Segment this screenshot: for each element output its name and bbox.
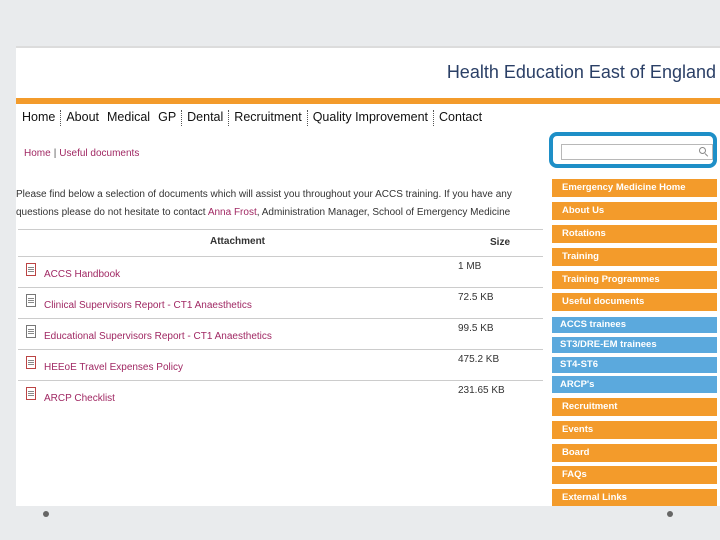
table-row: HEEoE Travel Expenses Policy 475.2 KB [18, 350, 543, 381]
pdf-file-icon [26, 387, 36, 400]
nav-separator [306, 110, 308, 126]
breadcrumb-separator: | [53, 148, 57, 159]
nav-separator [433, 110, 435, 126]
sidebar-item-training-programmes[interactable]: Training Programmes [552, 271, 717, 289]
document-size: 99.5 KB [458, 323, 494, 334]
breadcrumb-home[interactable]: Home [24, 148, 51, 159]
sidebar-item-faqs[interactable]: FAQs [552, 466, 717, 484]
sidebar-item-board[interactable]: Board [552, 444, 717, 462]
document-link[interactable]: Clinical Supervisors Report - CT1 Anaest… [44, 300, 252, 311]
document-link[interactable]: ARCP Checklist [44, 393, 115, 404]
sidebar-item-about-us[interactable]: About Us [552, 202, 717, 220]
pdf-file-icon [26, 263, 36, 276]
breadcrumb-current[interactable]: Useful documents [59, 148, 139, 159]
top-border [16, 46, 720, 48]
pdf-file-icon [26, 356, 36, 369]
search-highlight [549, 132, 717, 168]
document-link[interactable]: HEEoE Travel Expenses Policy [44, 362, 183, 373]
document-file-icon [26, 325, 36, 338]
slide-frame: Health Education East of England Home Ab… [16, 46, 720, 506]
nav-about[interactable]: About [62, 110, 103, 126]
nav-quality-improvement[interactable]: Quality Improvement [309, 110, 432, 126]
document-link[interactable]: Educational Supervisors Report - CT1 Ana… [44, 331, 272, 342]
column-size: Size [490, 237, 511, 248]
document-file-icon [26, 294, 36, 307]
contact-link[interactable]: Anna Frost [208, 207, 257, 218]
main-nav: Home About Medical GP Dental Recruitment… [18, 110, 486, 126]
site-title: Health Education East of England [446, 62, 716, 82]
document-size: 72.5 KB [458, 292, 494, 303]
sidebar-item-useful-documents[interactable]: Useful documents [552, 293, 717, 311]
table-row: ACCS Handbook 1 MB [18, 257, 543, 288]
column-attachment: Attachment [210, 236, 266, 247]
breadcrumb: Home | Useful documents [24, 148, 139, 159]
intro-text: Please find below a selection of documen… [16, 186, 546, 222]
header-divider [16, 98, 720, 104]
sidebar-item-rotations[interactable]: Rotations [552, 225, 717, 243]
document-size: 231.65 KB [458, 385, 505, 396]
document-link[interactable]: ACCS Handbook [44, 269, 120, 280]
sidebar-item-st3-dre-em-trainees[interactable]: ST3/DRE-EM trainees [552, 337, 717, 353]
sidebar-item-accs-trainees[interactable]: ACCS trainees [552, 317, 717, 333]
table-row: Clinical Supervisors Report - CT1 Anaest… [18, 288, 543, 319]
sidebar-item-events[interactable]: Events [552, 421, 717, 439]
sidebar-item-emergency-medicine-home[interactable]: Emergency Medicine Home [552, 179, 717, 197]
nav-separator [181, 110, 183, 126]
slide-corner-dot [667, 511, 673, 517]
nav-separator [228, 110, 230, 126]
nav-medical[interactable]: Medical [103, 110, 154, 126]
intro-text-after: , Administration Manager, School of Emer… [256, 207, 511, 218]
documents-table: Attachment Size ACCS Handbook 1 MB Clini… [18, 229, 543, 411]
sidebar-item-st4-st6[interactable]: ST4-ST6 [552, 357, 717, 373]
sidebar-item-training[interactable]: Training [552, 248, 717, 266]
table-row: Educational Supervisors Report - CT1 Ana… [18, 319, 543, 350]
table-header: Attachment Size [18, 230, 543, 257]
nav-recruitment[interactable]: Recruitment [230, 110, 305, 126]
search-icon[interactable] [699, 147, 706, 154]
nav-home[interactable]: Home [18, 110, 59, 126]
nav-contact[interactable]: Contact [435, 110, 486, 126]
nav-separator [60, 110, 62, 126]
document-size: 475.2 KB [458, 354, 500, 365]
nav-dental[interactable]: Dental [183, 110, 227, 126]
sidebar-item-recruitment[interactable]: Recruitment [552, 398, 717, 416]
search-input[interactable] [561, 144, 713, 160]
sidebar-item-arcps[interactable]: ARCP's [552, 376, 717, 393]
nav-gp[interactable]: GP [154, 110, 180, 126]
sidebar-item-external-links[interactable]: External Links [552, 489, 717, 506]
slide-corner-dot [43, 511, 49, 517]
table-row: ARCP Checklist 231.65 KB [18, 381, 543, 411]
document-size: 1 MB [458, 261, 482, 272]
